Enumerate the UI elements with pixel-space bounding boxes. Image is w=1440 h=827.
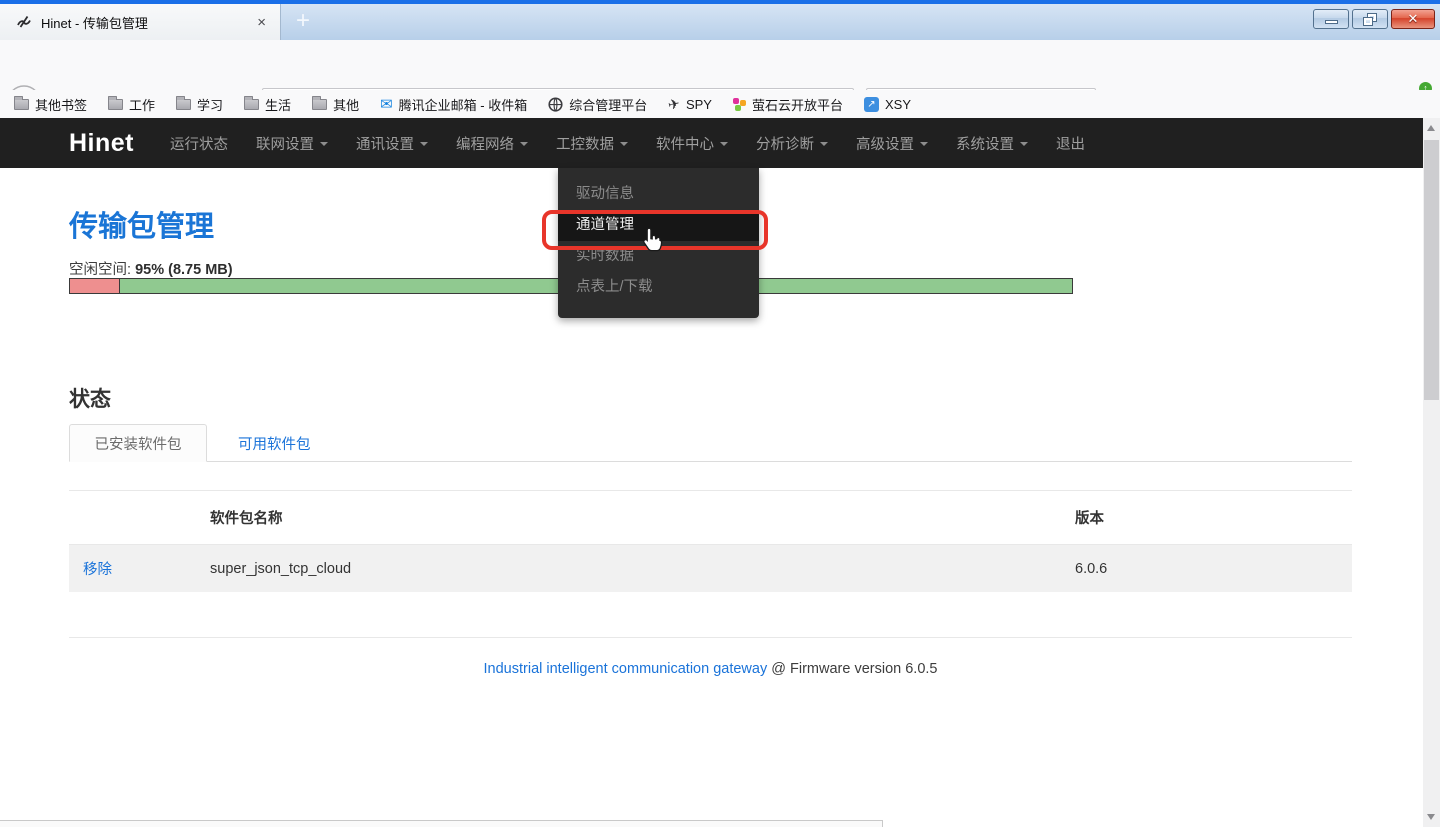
menu-item-point-table[interactable]: 点表上/下载 [558,272,759,303]
nav-item-programming-network[interactable]: 编程网络 [456,133,528,154]
bookmark-folder[interactable]: 工作 [108,95,155,114]
scrollbar-thumb[interactable] [1424,140,1439,400]
new-tab-button[interactable]: + [288,6,318,38]
nav-item-software-center[interactable]: 软件中心 [656,133,728,154]
caret-down-icon [920,142,928,146]
scroll-up-icon[interactable] [1427,125,1435,131]
nav-item-industrial-data[interactable]: 工控数据 [556,133,628,154]
tab-close-icon[interactable]: × [253,14,270,31]
table-header-row: 软件包名称 版本 [69,490,1352,545]
package-name-cell: super_json_tcp_cloud [210,561,1075,577]
scroll-down-icon[interactable] [1427,814,1435,820]
caret-down-icon [320,142,328,146]
status-popup-sliver [0,820,883,827]
status-heading: 状态 [69,383,111,413]
bookmark-folder[interactable]: 其他 [312,95,359,114]
remove-link[interactable]: 移除 [83,562,112,578]
folder-icon [176,99,191,110]
bookmark-item[interactable]: ✉腾讯企业邮箱 - 收件箱 [380,95,527,114]
bookmark-item[interactable]: 萤石云开放平台 [733,95,843,114]
nav-item-system-settings[interactable]: 系统设置 [956,133,1028,154]
package-table: 软件包名称 版本 移除 super_json_tcp_cloud 6.0.6 [69,490,1352,592]
favicon [16,14,32,30]
nav-item-network-settings[interactable]: 联网设置 [256,133,328,154]
footer-link[interactable]: Industrial intelligent communication gat… [484,661,768,677]
free-space-value: 95% (8.75 MB) [135,262,233,278]
plane-icon: ✈ [667,94,682,113]
browser-tab[interactable]: Hinet - 传输包管理 × [0,4,281,40]
folder-icon [14,99,29,110]
divider [69,637,1352,638]
caret-down-icon [1020,142,1028,146]
restore-icon [1364,14,1376,25]
col-package-name: 软件包名称 [210,507,1075,528]
xsy-icon: ↗ [864,97,879,112]
bookmark-item[interactable]: ✈SPY [668,96,712,113]
close-button[interactable]: ✕ [1391,9,1435,29]
caret-down-icon [820,142,828,146]
caret-down-icon [520,142,528,146]
footer-text: @ Firmware version 6.0.5 [771,661,937,677]
caret-down-icon [720,142,728,146]
bookmark-item[interactable]: ↗XSY [864,97,911,112]
bookmark-folder[interactable]: 生活 [244,95,291,114]
close-icon: ✕ [1408,11,1419,27]
globe-icon [548,97,563,112]
mouse-pointer-icon [640,226,666,256]
restore-button[interactable] [1352,9,1388,29]
nav-item-advanced-settings[interactable]: 高级设置 [856,133,928,154]
screen: Hinet - 传输包管理 × + ✕ [0,0,1440,827]
bookmarks-bar: 其他书签 工作 学习 生活 其他 ✉腾讯企业邮箱 - 收件箱 综合管理平台 ✈S… [0,90,1440,118]
tab-available-packages[interactable]: 可用软件包 [224,424,325,462]
folder-icon [312,99,327,110]
nav-item-logout[interactable]: 退出 [1056,133,1085,154]
bookmark-folder[interactable]: 其他书签 [14,95,87,114]
minimize-button[interactable] [1313,9,1349,29]
site-nav-items: 运行状态 联网设置 通讯设置 编程网络 工控数据 软件中心 分析诊断 高级设置 … [170,118,1085,168]
bookmark-folder[interactable]: 学习 [176,95,223,114]
minimize-icon [1325,20,1338,24]
bookmark-item[interactable]: 综合管理平台 [548,95,647,114]
folder-icon [244,99,259,110]
nav-item-running-status[interactable]: 运行状态 [170,133,228,154]
tab-title: Hinet - 传输包管理 [41,13,253,32]
table-row: 移除 super_json_tcp_cloud 6.0.6 [69,545,1352,592]
browser-tab-strip: Hinet - 传输包管理 × + ✕ [0,4,1440,40]
page-footer: Industrial intelligent communication gat… [69,661,1352,677]
vertical-scrollbar[interactable] [1423,118,1440,827]
nav-item-comm-settings[interactable]: 通讯设置 [356,133,428,154]
menu-item-driver-info[interactable]: 驱动信息 [558,179,759,210]
progress-used-segment [70,279,120,293]
free-space-text: 空闲空间: 95% (8.75 MB) [69,258,233,279]
browser-toolbar: 192.168.9.99/cgi-bin/luci/;stok=489fe39e… [0,40,1440,90]
mail-icon: ✉ [380,95,393,113]
package-version-cell: 6.0.6 [1075,561,1352,577]
ezviz-icon [733,98,746,111]
nav-item-analysis-diagnosis[interactable]: 分析诊断 [756,133,828,154]
site-logo[interactable]: Hinet [69,129,134,158]
package-tabs: 已安装软件包 可用软件包 [69,424,1352,462]
col-version: 版本 [1075,507,1352,528]
page-title: 传输包管理 [69,203,214,245]
folder-icon [108,99,123,110]
tab-installed-packages[interactable]: 已安装软件包 [69,424,207,462]
caret-down-icon [620,142,628,146]
caret-down-icon [420,142,428,146]
